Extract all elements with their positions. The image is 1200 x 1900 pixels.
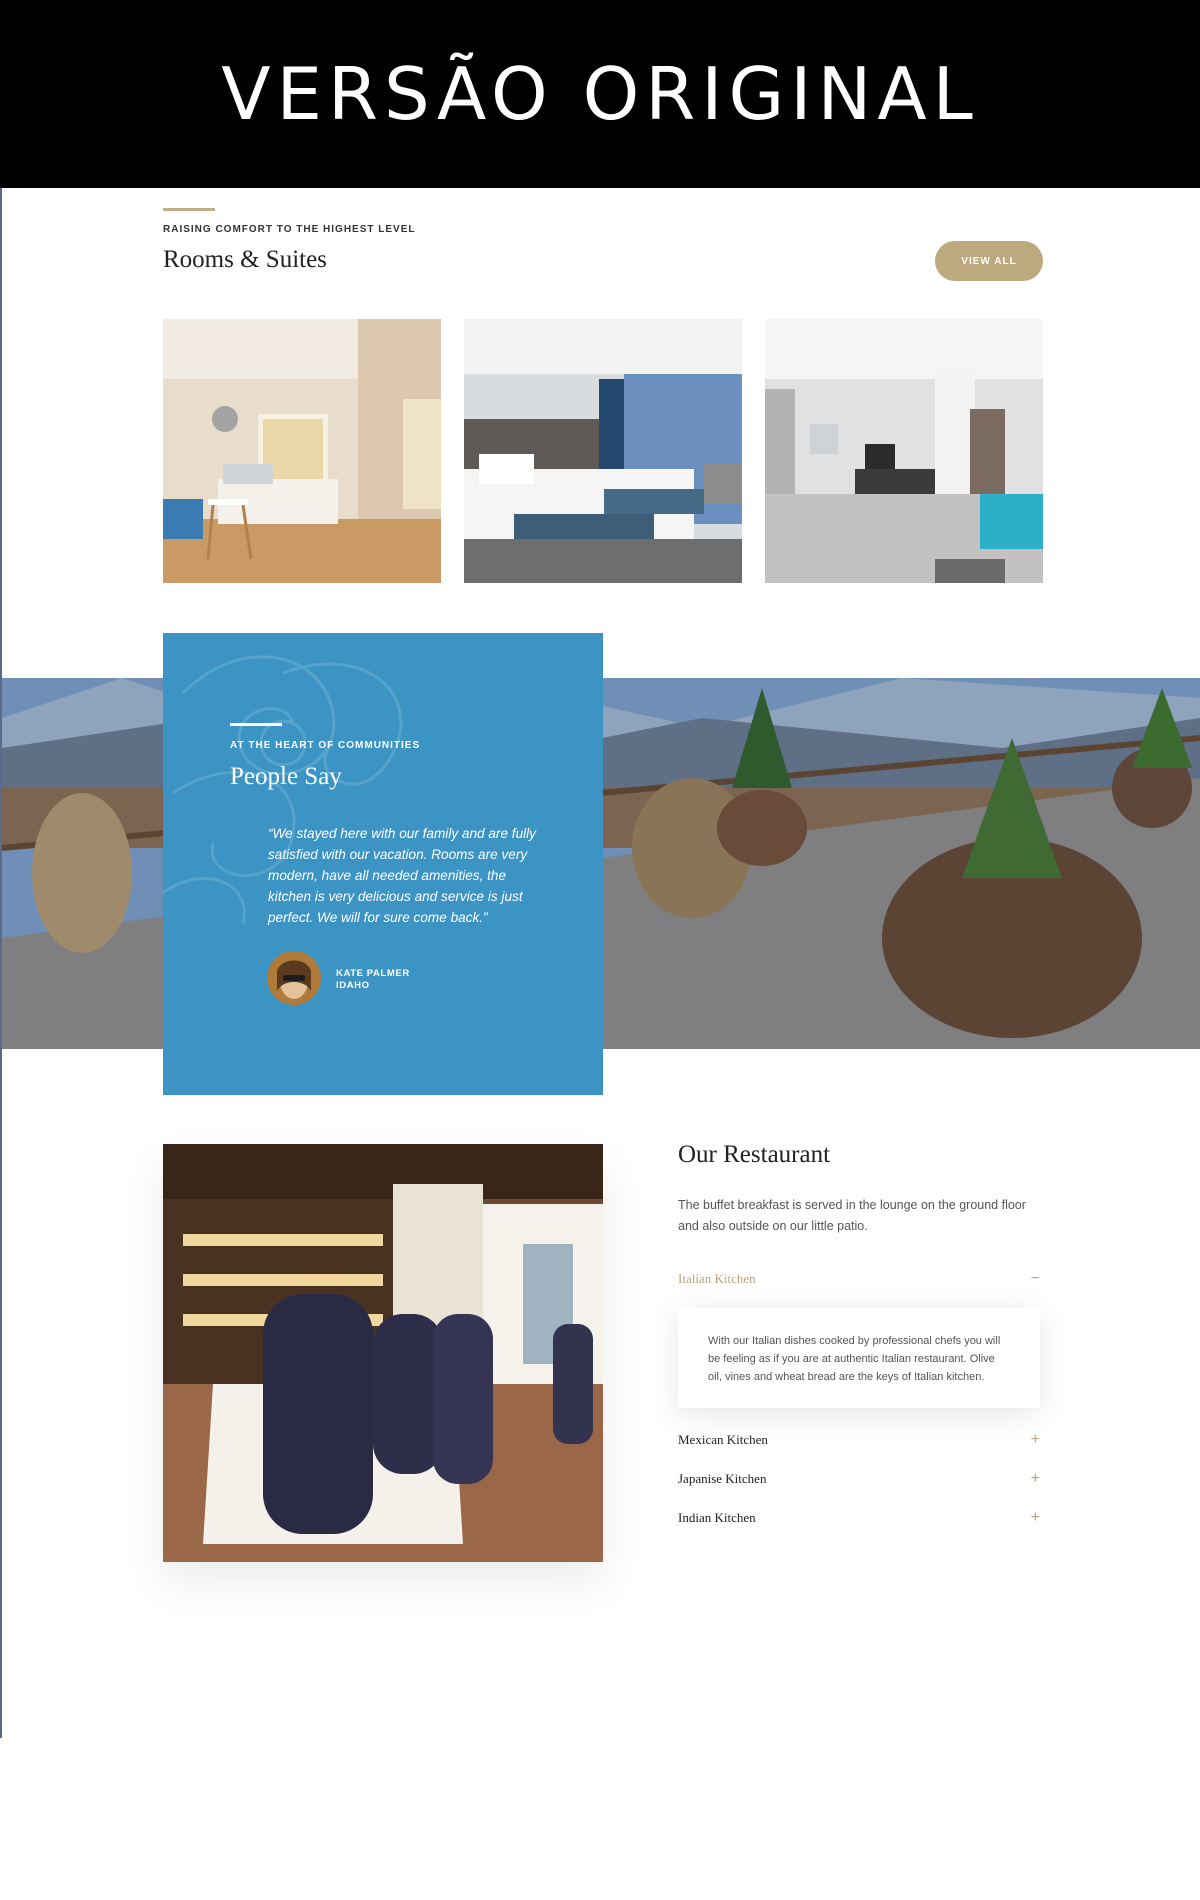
rooms-title: Rooms & Suites (163, 246, 327, 273)
collapse-icon[interactable]: − (1031, 1270, 1040, 1288)
restaurant-photo (163, 1144, 603, 1562)
restaurant-description: The buffet breakfast is served in the lo… (678, 1198, 1026, 1233)
author-name: KATE PALMER (336, 968, 410, 979)
top-banner: VERSÃO ORIGINAL (0, 0, 1200, 188)
testimonial-author: KATE PALMER IDAHO (336, 968, 410, 992)
banner-title: VERSÃO ORIGINAL (221, 52, 979, 136)
accordion-label: Indian Kitchen (678, 1510, 756, 1525)
room-photo-3[interactable] (765, 319, 1043, 583)
accordion-item-mexican[interactable]: Mexican Kitchen + (678, 1431, 1040, 1449)
testimonial-card: AT THE HEART OF COMMUNITIES People Say “… (163, 633, 603, 1095)
avatar (267, 951, 321, 1005)
rooms-kicker: RAISING COMFORT TO THE HIGHEST LEVEL (163, 224, 416, 235)
accordion-label: Mexican Kitchen (678, 1432, 768, 1447)
accordion-item-indian[interactable]: Indian Kitchen + (678, 1509, 1040, 1527)
accordion-panel-italian: With our Italian dishes cooked by profes… (678, 1308, 1040, 1408)
testimonial-kicker: AT THE HEART OF COMMUNITIES (230, 740, 421, 751)
accordion-item-italian[interactable]: Italian Kitchen − (678, 1270, 1040, 1288)
author-location: IDAHO (336, 980, 370, 991)
expand-icon[interactable]: + (1031, 1431, 1040, 1449)
room-photo-1[interactable] (163, 319, 441, 583)
accordion-panel-text: With our Italian dishes cooked by profes… (708, 1335, 1001, 1383)
accordion-item-japanise[interactable]: Japanise Kitchen + (678, 1470, 1040, 1488)
expand-icon[interactable]: + (1031, 1509, 1040, 1527)
accordion-label: Italian Kitchen (678, 1271, 756, 1286)
testimonial-title: People Say (230, 763, 342, 790)
view-all-button[interactable]: VIEW ALL (935, 241, 1043, 281)
testimonial-quote: “We stayed here with our family and are … (268, 826, 536, 925)
accordion-label: Japanise Kitchen (678, 1471, 767, 1486)
restaurant-title: Our Restaurant (678, 1141, 831, 1168)
testimonial-accent-bar (230, 723, 282, 726)
section-accent-bar (163, 208, 215, 211)
expand-icon[interactable]: + (1031, 1470, 1040, 1488)
room-photo-2[interactable] (464, 319, 742, 583)
